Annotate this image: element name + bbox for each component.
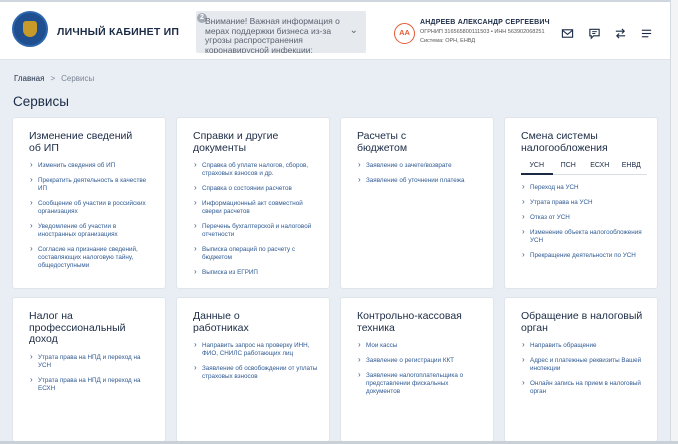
tab-psn[interactable]: ПСН — [553, 162, 585, 174]
card-title[interactable]: Налог на профессиональный доход — [29, 310, 139, 346]
card-references: Справки и другие документы Справка об уп… — [177, 118, 329, 288]
card-npd: Налог на профессиональный доход Утрата п… — [13, 298, 165, 441]
notice-text: Внимание! Важная информация о мерах подд… — [205, 16, 340, 53]
swap-icon — [615, 27, 625, 39]
link-npd-to-usn[interactable]: Утрата права на НПД и переход на УСН — [29, 353, 155, 370]
user-name[interactable]: АНДРЕЕВ АЛЕКСАНДР СЕРГЕЕВИЧ — [420, 19, 550, 26]
link-operations-statement[interactable]: Выписка операций по расчету с бюджетом — [193, 245, 319, 262]
card-links: Заявление о зачете/возврате Заявление об… — [357, 161, 483, 185]
card-links: Изменить сведения об ИП Прекратить деяте… — [29, 161, 155, 270]
link-terminate-usn[interactable]: Прекращение деятельности по УСН — [521, 251, 647, 260]
link-fiscal-documents[interactable]: Заявление налогоплательщика о представле… — [357, 371, 483, 396]
link-terminate-activity[interactable]: Прекратить деятельность в качестве ИП — [29, 176, 155, 193]
link-inspection-requisites[interactable]: Адрес и платежные реквизиты Вашей инспек… — [521, 356, 647, 373]
tab-envd[interactable]: ЕНВД — [616, 162, 648, 174]
link-change-usn-object[interactable]: Изменение объекта налогообложения УСН — [521, 228, 647, 245]
card-links: Мои кассы Заявление о регистрации ККТ За… — [357, 341, 483, 396]
mail-icon — [561, 28, 573, 38]
page-title: Сервисы — [13, 94, 69, 109]
link-insurance-exemption[interactable]: Заявление об освобождении от уплаты стра… — [193, 364, 319, 381]
tab-usn[interactable]: УСН — [521, 162, 553, 175]
card-links: Направить обращение Адрес и платежные ре… — [521, 341, 647, 396]
card-links: Переход на УСН Утрата права на УСН Отказ… — [521, 183, 647, 260]
link-check-inn-request[interactable]: Направить запрос на проверку ИНН, ФИО, С… — [193, 341, 319, 358]
link-settlements-status[interactable]: Справка о состоянии расчетов — [193, 184, 319, 193]
card-appeal: Обращение в налоговый орган Направить об… — [505, 298, 657, 441]
user-ids: ОГРНИП 316565800111503 • ИНН 56390206825… — [420, 29, 545, 35]
card-links: Утрата права на НПД и переход на УСН Утр… — [29, 353, 155, 393]
menu-icon — [641, 29, 651, 37]
fns-logo-icon[interactable] — [12, 11, 48, 47]
chevron-down-icon[interactable]: ⌄ — [350, 25, 358, 36]
card-employees: Данные о работниках Направить запрос на … — [177, 298, 329, 441]
tab-eshn[interactable]: ЕСХН — [584, 162, 616, 174]
link-russian-participation[interactable]: Сообщение об участии в российских органи… — [29, 199, 155, 216]
link-payment-clarification[interactable]: Заявление об уточнении платежа — [357, 176, 483, 185]
link-tax-payment-certificate[interactable]: Справка об уплате налогов, сборов, страх… — [193, 161, 319, 178]
link-send-appeal[interactable]: Направить обращение — [521, 341, 647, 350]
link-reporting-list[interactable]: Перечень бухгалтерской и налоговой отчет… — [193, 222, 319, 239]
link-offset-refund[interactable]: Заявление о зачете/возврате — [357, 161, 483, 170]
link-switch-to-usn[interactable]: Переход на УСН — [521, 183, 647, 192]
link-foreign-participation[interactable]: Уведомление об участии в иностранных орг… — [29, 222, 155, 239]
card-change-info: Изменение сведений об ИП Изменить сведен… — [13, 118, 165, 288]
link-change-info[interactable]: Изменить сведения об ИП — [29, 161, 155, 170]
card-title[interactable]: Расчеты с бюджетом — [357, 130, 437, 154]
app-header: ЛИЧНЫЙ КАБИНЕТ ИП 2 Внимание! Важная инф… — [0, 2, 670, 60]
link-refuse-usn[interactable]: Отказ от УСН — [521, 213, 647, 222]
link-kkt-registration[interactable]: Заявление о регистрации ККТ — [357, 356, 483, 365]
card-title[interactable]: Изменение сведений об ИП — [29, 130, 139, 154]
breadcrumb-separator: > — [50, 74, 56, 83]
card-title[interactable]: Смена системы налогообложения — [521, 130, 641, 154]
chat-button[interactable] — [583, 22, 605, 44]
mail-button[interactable] — [556, 22, 578, 44]
card-title[interactable]: Данные о работниках — [193, 310, 273, 334]
link-lose-usn-right[interactable]: Утрата права на УСН — [521, 198, 647, 207]
switch-account-button[interactable] — [609, 22, 631, 44]
link-my-cash-registers[interactable]: Мои кассы — [357, 341, 483, 350]
link-tax-secret-consent[interactable]: Согласие на признание сведений, составля… — [29, 245, 155, 270]
link-online-appointment[interactable]: Онлайн запись на прием в налоговый орган — [521, 379, 647, 396]
notice-banner[interactable]: 2 Внимание! Важная информация о мерах по… — [196, 11, 366, 53]
card-title[interactable]: Контрольно-кассовая техника — [357, 310, 472, 334]
cabinet-title[interactable]: ЛИЧНЫЙ КАБИНЕТ ИП — [57, 26, 179, 38]
chat-icon — [588, 28, 600, 39]
card-tax-system: Смена системы налогообложения УСН ПСН ЕС… — [505, 118, 657, 288]
card-title[interactable]: Обращение в налоговый орган — [521, 310, 646, 334]
card-budget: Расчеты с бюджетом Заявление о зачете/во… — [341, 118, 493, 288]
breadcrumb: Главная > Сервисы — [14, 74, 94, 83]
card-links: Справка об уплате налогов, сборов, страх… — [193, 161, 319, 277]
link-egrip-extract[interactable]: Выписка из ЕГРИП — [193, 268, 319, 277]
card-links: Направить запрос на проверку ИНН, ФИО, С… — [193, 341, 319, 381]
tax-system-tabs: УСН ПСН ЕСХН ЕНВД — [521, 162, 647, 175]
link-npd-to-eshn[interactable]: Утрата права на НПД и переход на ЕСХН — [29, 376, 155, 393]
breadcrumb-home[interactable]: Главная — [14, 74, 44, 83]
user-tax-system: Система: ОРН, ЕНВД — [420, 38, 476, 44]
breadcrumb-current: Сервисы — [61, 74, 95, 83]
link-reconciliation-act[interactable]: Информационный акт совместной сверки рас… — [193, 199, 319, 216]
card-title[interactable]: Справки и другие документы — [193, 130, 303, 154]
card-kkt: Контрольно-кассовая техника Мои кассы За… — [341, 298, 493, 441]
user-avatar[interactable]: АА — [394, 23, 415, 44]
menu-button[interactable] — [635, 22, 657, 44]
vertical-scrollbar[interactable] — [670, 0, 678, 444]
